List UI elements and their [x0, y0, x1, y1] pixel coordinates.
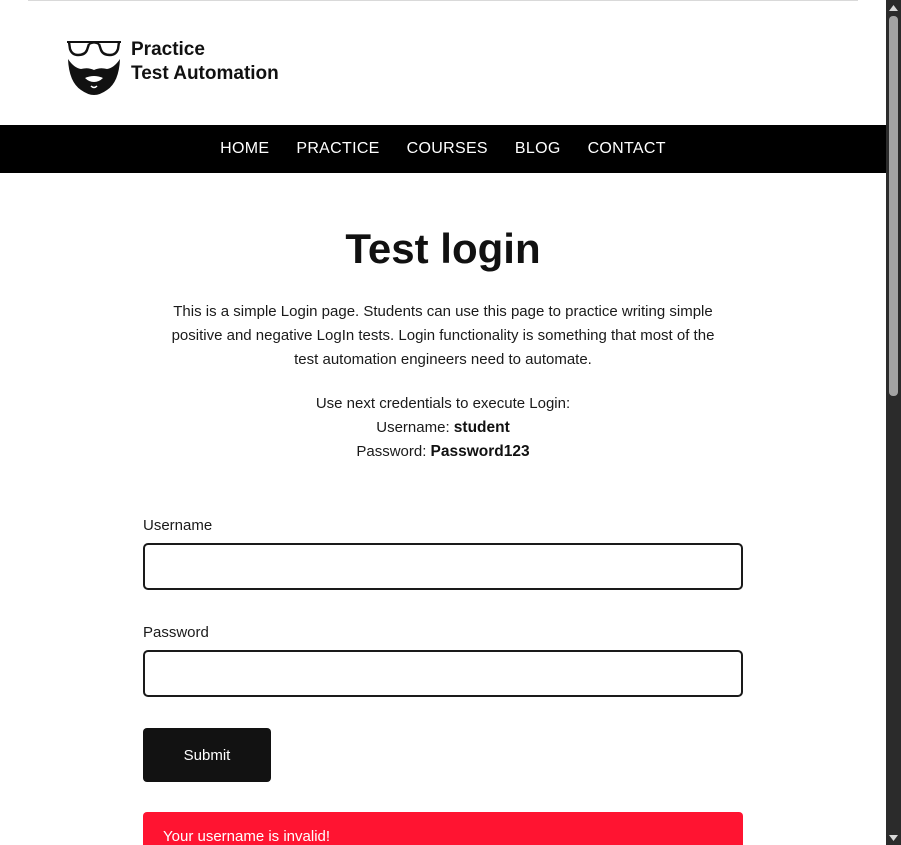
submit-button[interactable]: Submit [143, 728, 271, 782]
username-label: Username [143, 517, 213, 534]
page-title: Test login [345, 225, 541, 272]
bearded-face-glasses-icon [67, 41, 121, 95]
page: Practice Test Automation HOME PRACTICE C… [0, 0, 886, 845]
credentials-heading: Use next credentials to execute Login: [315, 395, 571, 412]
site-logo[interactable]: Practice Test Automation [66, 38, 279, 98]
password-input[interactable] [143, 650, 743, 697]
scroll-up-arrow-icon[interactable] [886, 0, 901, 15]
credentials-username-label: Username: [376, 419, 450, 436]
password-label: Password [143, 624, 209, 641]
credentials-password-value: Password123 [430, 443, 530, 460]
error-message: Your username is invalid! [143, 812, 743, 845]
credentials-username-value: student [453, 419, 510, 436]
logo-line-1: Practice [131, 39, 205, 60]
credentials-password-label: Password: [356, 443, 427, 460]
nav-courses[interactable]: COURSES [393, 125, 501, 173]
nav-blog[interactable]: BLOG [501, 125, 574, 173]
nav-menu: HOME PRACTICE COURSES BLOG CONTACT [0, 125, 886, 173]
intro-paragraph: This is a simple Login page. Students ca… [171, 303, 715, 368]
credentials-info: Use next credentials to execute Login: U… [160, 392, 726, 464]
top-divider [28, 0, 858, 1]
nav-practice[interactable]: PRACTICE [283, 125, 393, 173]
scroll-down-arrow-icon[interactable] [886, 830, 901, 845]
nav-contact[interactable]: CONTACT [574, 125, 679, 173]
credentials-password-line: Password: Password123 [160, 440, 726, 464]
username-input[interactable] [143, 543, 743, 590]
scrollbar-thumb[interactable] [889, 16, 898, 396]
vertical-scrollbar[interactable] [886, 0, 901, 845]
logo-text: Practice Test Automation [131, 38, 279, 86]
logo-line-2: Test Automation [131, 63, 279, 84]
nav-home[interactable]: HOME [207, 125, 283, 173]
main-navigation: HOME PRACTICE COURSES BLOG CONTACT [0, 125, 886, 173]
credentials-username-line: Username: student [160, 416, 726, 440]
